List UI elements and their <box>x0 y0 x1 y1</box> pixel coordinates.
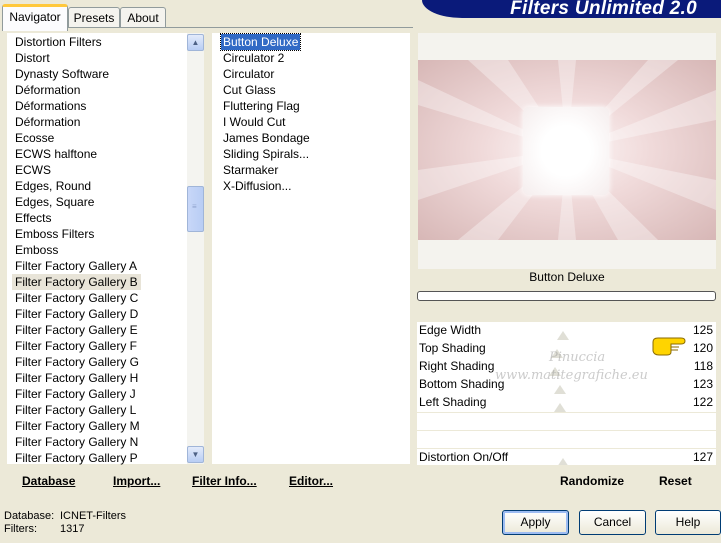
category-item[interactable]: Edges, Square <box>15 194 94 210</box>
pointing-hand-icon <box>652 337 686 356</box>
category-item[interactable]: Déformations <box>15 98 86 114</box>
parameter-value: 118 <box>693 359 713 373</box>
filter-item[interactable]: I Would Cut <box>223 114 285 130</box>
parameter-label: Bottom Shading <box>419 377 505 391</box>
parameter-label: Distortion On/Off <box>419 450 509 464</box>
category-item[interactable]: Filter Factory Gallery G <box>15 354 139 370</box>
category-item[interactable]: Filter Factory Gallery M <box>15 418 140 434</box>
parameter-label: Edge Width <box>419 323 482 337</box>
filter-item[interactable]: X-Diffusion... <box>223 178 291 194</box>
effect-name: Button Deluxe <box>529 270 605 284</box>
watermark-line-1: Pinuccia <box>549 350 606 365</box>
filter-item[interactable]: Circulator 2 <box>223 50 284 66</box>
filter-item[interactable]: Button Deluxe <box>219 33 302 51</box>
category-item[interactable]: Filter Factory Gallery L <box>15 402 136 418</box>
empty-parameter-row <box>417 412 716 431</box>
parameter-label: Right Shading <box>419 359 495 373</box>
category-item[interactable]: ECWS halftone <box>15 146 97 162</box>
category-item[interactable]: Déformation <box>15 82 80 98</box>
category-item[interactable]: Filter Factory Gallery D <box>15 306 138 322</box>
filter-item[interactable]: Circulator <box>223 66 274 82</box>
randomize-button[interactable]: Randomize <box>560 474 624 488</box>
cancel-button[interactable]: Cancel <box>579 510 646 535</box>
tab-presets[interactable]: Presets <box>68 7 120 28</box>
parameter-label: Top Shading <box>419 341 486 355</box>
category-item[interactable]: Filter Factory Gallery H <box>15 370 138 386</box>
empty-parameter-row <box>417 430 716 449</box>
category-item[interactable]: Edges, Round <box>15 178 91 194</box>
button-preview-square <box>523 107 609 195</box>
status-database-label: Database: <box>4 510 55 522</box>
category-item[interactable]: Déformation <box>15 114 80 130</box>
preview-image <box>418 60 716 240</box>
parameter-value: 123 <box>692 377 713 391</box>
category-item[interactable]: Filter Factory Gallery N <box>15 434 138 450</box>
category-item[interactable]: Emboss <box>15 242 58 258</box>
parameter-value: 122 <box>692 395 713 409</box>
category-item[interactable]: Filter Factory Gallery A <box>15 258 137 274</box>
help-button[interactable]: Help <box>655 510 721 535</box>
parameter-label: Left Shading <box>419 395 487 409</box>
category-item[interactable]: Effects <box>15 210 51 226</box>
status-database-value: ICNET-Filters <box>60 510 126 522</box>
reset-button[interactable]: Reset <box>659 474 692 488</box>
editor-button[interactable]: Editor... <box>289 474 333 488</box>
slider-knob[interactable] <box>554 403 566 412</box>
category-item[interactable]: Filter Factory Gallery B <box>12 274 141 290</box>
status-database: Database: ICNET-Filters <box>4 510 126 522</box>
status-filters-label: Filters: <box>4 523 37 535</box>
category-item[interactable]: Ecosse <box>15 130 54 146</box>
apply-button[interactable]: Apply <box>502 510 569 535</box>
category-item[interactable]: Distort <box>15 50 50 66</box>
category-item[interactable]: ECWS <box>15 162 51 178</box>
title-banner: Filters Unlimited 2.0 <box>422 0 721 19</box>
filter-item[interactable]: Fluttering Flag <box>223 98 300 114</box>
tab-about[interactable]: About <box>120 7 166 28</box>
filter-info-button[interactable]: Filter Info... <box>192 474 257 488</box>
category-item[interactable]: Emboss Filters <box>15 226 94 242</box>
parameter-value: 125 <box>692 323 713 337</box>
filter-item[interactable]: James Bondage <box>223 130 310 146</box>
app-title: Filters Unlimited 2.0 <box>510 0 697 19</box>
progress-bar <box>417 291 716 301</box>
status-filters: Filters: 1317 <box>4 523 84 535</box>
import-button[interactable]: Import... <box>113 474 160 488</box>
category-item[interactable]: Filter Factory Gallery F <box>15 338 137 354</box>
database-button[interactable]: Database <box>22 474 75 488</box>
filter-item[interactable]: Starmaker <box>223 162 278 178</box>
slider-knob[interactable] <box>554 385 566 394</box>
parameter-value: 127 <box>692 450 713 464</box>
thumb-grip-icon: ≡ <box>192 202 197 211</box>
watermark-line-2: www.matitegrafiche.eu <box>495 368 648 383</box>
category-item[interactable]: Distortion Filters <box>15 34 102 50</box>
category-item[interactable]: Filter Factory Gallery P <box>15 450 138 466</box>
category-scrollbar[interactable]: ▲ ≡ ▼ <box>187 33 204 464</box>
filter-item[interactable]: Sliding Spirals... <box>223 146 309 162</box>
category-item[interactable]: Filter Factory Gallery E <box>15 322 138 338</box>
category-item[interactable]: Dynasty Software <box>15 66 109 82</box>
status-filters-value: 1317 <box>60 523 85 535</box>
scroll-up-arrow[interactable]: ▲ <box>187 34 204 51</box>
category-item[interactable]: Filter Factory Gallery C <box>15 290 138 306</box>
slider-knob[interactable] <box>557 331 569 340</box>
parameter-left-shading[interactable]: Left Shading 122 <box>417 394 716 412</box>
tab-navigator[interactable]: Navigator <box>2 4 68 31</box>
scroll-down-arrow[interactable]: ▼ <box>187 446 204 463</box>
category-item[interactable]: Filter Factory Gallery J <box>15 386 136 402</box>
parameter-value: 120 <box>692 341 713 355</box>
filter-item[interactable]: Cut Glass <box>223 82 276 98</box>
scroll-thumb[interactable]: ≡ <box>187 186 204 232</box>
